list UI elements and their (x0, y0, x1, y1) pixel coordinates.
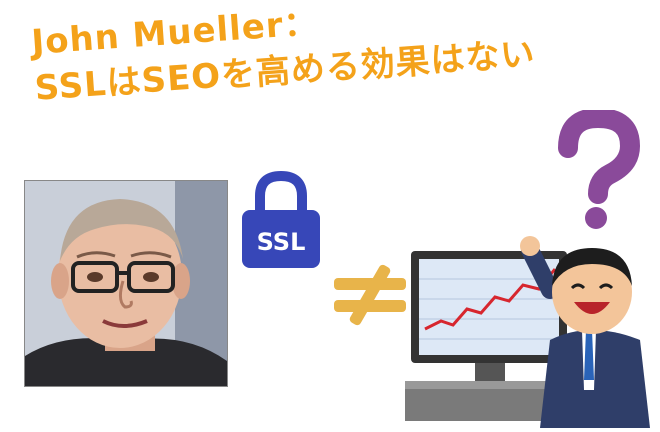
john-mueller-photo (24, 180, 228, 387)
happy-businessman-illustration (520, 230, 660, 428)
headline: John Mueller： SSLはSEOを高める効果はない (30, 0, 655, 112)
question-mark-icon (550, 107, 641, 230)
portrait-illustration (25, 181, 227, 386)
ssl-lock-icon: SSL (240, 170, 322, 270)
ssl-label: SSL (257, 228, 306, 256)
not-equal-icon (330, 260, 410, 330)
